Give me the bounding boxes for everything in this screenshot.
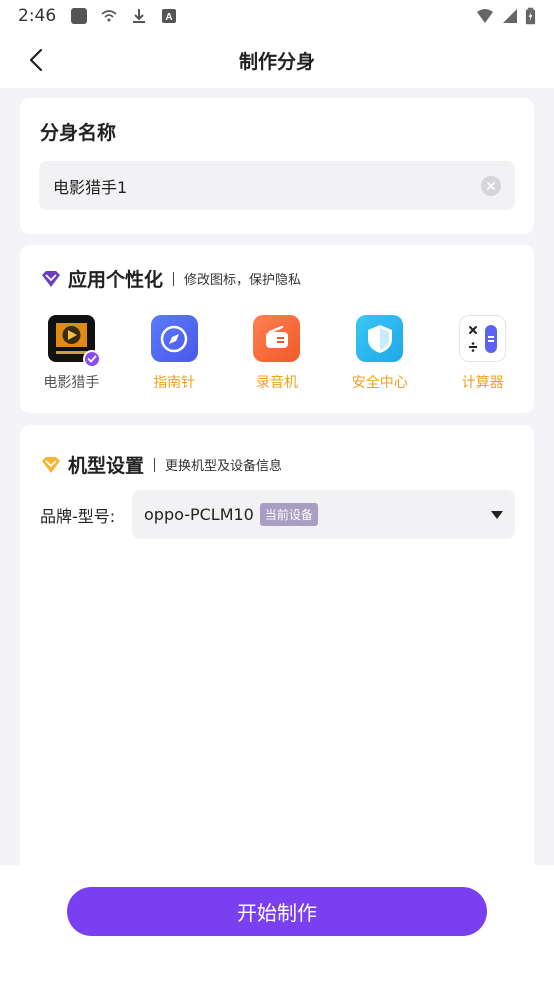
gold-diamond-icon (42, 456, 60, 473)
signal-icon (503, 9, 517, 23)
app-option-compass[interactable]: 指南针 (123, 315, 226, 392)
app-label-compass: 指南针 (153, 375, 196, 391)
recorder-icon (253, 315, 301, 362)
chevron-left-icon (29, 48, 43, 72)
calculator-glyph-icon (468, 324, 497, 353)
back-button[interactable] (20, 44, 52, 76)
device-title: 机型设置 (68, 455, 145, 477)
app-icon-list: 电影猎手 指南针 录音机 安全中心 计算器 (20, 315, 534, 392)
clone-name-card: 分身名称 电影猎手1 (20, 98, 534, 234)
clone-name-input[interactable]: 电影猎手1 (39, 161, 515, 210)
app-option-security[interactable]: 安全中心 (328, 315, 431, 392)
title-divider (154, 457, 156, 472)
device-header: 机型设置 更换机型及设备信息 (40, 451, 282, 478)
download-icon (133, 9, 146, 23)
bottom-bar: 开始制作 (0, 865, 554, 984)
status-bar: 2:46 A (0, 0, 554, 32)
shield-glyph-icon (367, 324, 392, 353)
selected-check-badge (82, 350, 101, 368)
brand-model-label: 品牌-型号: (40, 506, 116, 526)
app-label-recorder: 录音机 (255, 375, 298, 391)
diamond-icon (42, 270, 60, 287)
personalize-header: 应用个性化 修改图标，保护隐私 (40, 265, 301, 292)
personalize-subtitle: 修改图标，保护隐私 (184, 273, 302, 288)
clone-name-value: 电影猎手1 (53, 177, 128, 197)
app-option-movie[interactable]: 电影猎手 (20, 315, 123, 392)
square-app-icon (71, 8, 88, 24)
calculator-icon (459, 315, 507, 362)
svg-text:A: A (166, 12, 173, 23)
dropdown-caret-icon (491, 510, 503, 519)
app-option-calculator[interactable]: 计算器 (431, 315, 534, 392)
movie-app-icon (47, 315, 101, 368)
app-label-movie: 电影猎手 (43, 375, 100, 391)
brand-model-row: 品牌-型号: oppo-PCLM10 当前设备 (40, 490, 515, 539)
title-divider (173, 271, 175, 286)
recorder-glyph-icon (265, 325, 288, 348)
status-time: 2:46 (18, 6, 57, 26)
battery-icon (525, 7, 536, 25)
check-icon (87, 355, 97, 363)
close-icon (487, 181, 495, 190)
personalize-card: 应用个性化 修改图标，保护隐私 电影猎手 指南针 录音机 安全中心 计算器 (20, 245, 534, 413)
a-box-icon: A (162, 9, 177, 23)
app-label-calculator: 计算器 (461, 375, 504, 391)
wifi-icon (477, 9, 493, 23)
wifi-question-icon (101, 10, 117, 22)
compass-icon (150, 315, 198, 362)
start-create-button[interactable]: 开始制作 (67, 887, 487, 936)
device-card: 机型设置 更换机型及设备信息 品牌-型号: oppo-PCLM10 当前设备 (20, 425, 534, 865)
device-subtitle: 更换机型及设备信息 (165, 459, 283, 474)
clear-input-button[interactable] (481, 175, 501, 196)
model-select-value: oppo-PCLM10 (144, 505, 254, 524)
page-title: 制作分身 (238, 50, 315, 73)
clone-name-title: 分身名称 (40, 122, 117, 144)
shield-icon (356, 315, 404, 362)
personalize-title: 应用个性化 (68, 269, 164, 291)
current-device-badge: 当前设备 (259, 503, 318, 526)
app-bar: 制作分身 (0, 32, 554, 88)
app-label-security: 安全中心 (351, 375, 408, 391)
model-select[interactable]: oppo-PCLM10 当前设备 (132, 490, 515, 539)
compass-needle-icon (160, 325, 188, 352)
app-option-recorder[interactable]: 录音机 (226, 315, 329, 392)
